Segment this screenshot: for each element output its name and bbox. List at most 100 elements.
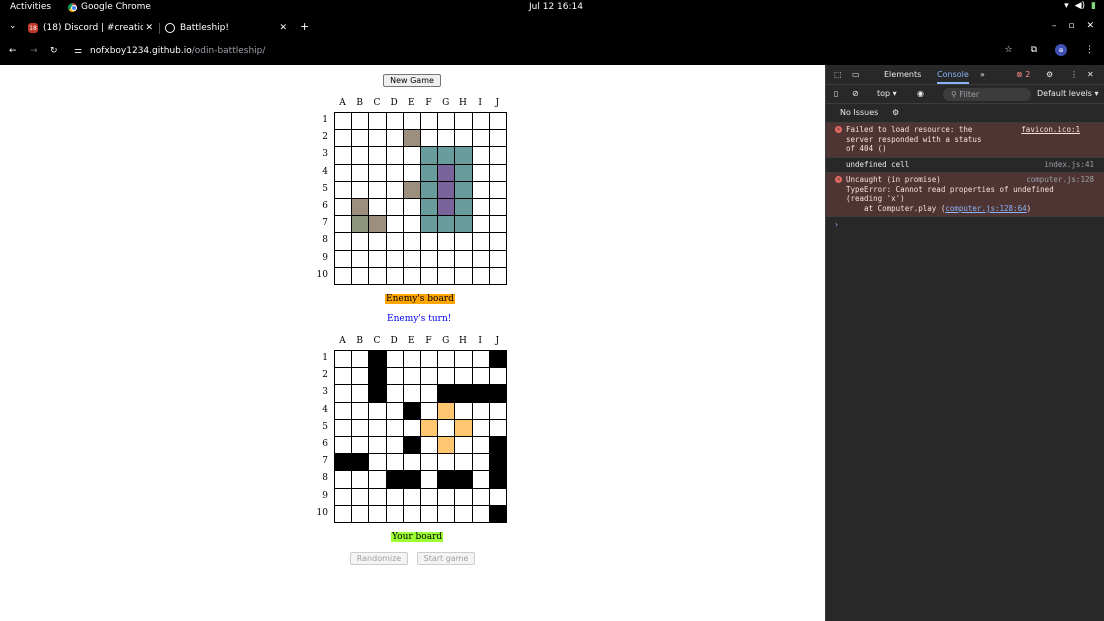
board-cell[interactable] [352,130,370,148]
board-cell[interactable] [386,250,404,268]
board-cell[interactable] [455,436,473,455]
board-cell[interactable] [369,198,387,217]
board-cell[interactable] [369,488,387,506]
board-cell[interactable] [472,471,490,489]
board-cell[interactable] [386,113,404,131]
board-cell[interactable] [335,471,353,489]
clear-console-icon[interactable]: ⊘ [852,89,859,98]
board-cell[interactable] [420,164,439,182]
tab-elements[interactable]: Elements [884,70,921,79]
board-cell[interactable] [489,130,507,148]
board-cell[interactable] [455,454,473,472]
board-cell[interactable] [335,181,353,199]
board-cell[interactable] [352,368,370,386]
board-cell[interactable] [489,419,507,437]
board-cell[interactable] [352,147,370,165]
board-cell[interactable] [489,385,507,403]
console-error-message[interactable]: × Uncaught (in promise) TypeError: Cannot… [826,173,1104,217]
board-cell[interactable] [335,164,353,182]
maximize-icon[interactable]: ▫ [1068,21,1074,31]
close-tab-icon[interactable]: ✕ [279,23,287,33]
board-cell[interactable] [369,454,387,472]
board-cell[interactable] [438,419,456,437]
board-cell[interactable] [403,402,421,420]
board-cell[interactable] [489,488,507,506]
board-cell[interactable] [489,164,507,182]
new-tab-button[interactable]: + [300,20,309,33]
system-tray[interactable]: ▾ ◀) ▮ [1064,1,1096,11]
console-error-message[interactable]: × Failed to load resource: the server res… [826,123,1104,158]
console-log-message[interactable]: undefined cell index.js:41 [826,158,1104,173]
board-cell[interactable] [369,216,387,234]
board-cell[interactable] [455,147,473,165]
board-cell[interactable] [472,419,490,437]
inspect-element-icon[interactable]: ⬚ [834,70,842,79]
live-expression-eye-icon[interactable]: ◉ [917,89,924,98]
board-cell[interactable] [489,505,507,523]
board-cell[interactable] [472,402,490,420]
board-cell[interactable] [472,454,490,472]
board-cell[interactable] [455,181,473,199]
board-cell[interactable] [352,385,370,403]
device-toolbar-icon[interactable]: ▭ [852,70,860,79]
board-cell[interactable] [386,471,404,489]
board-cell[interactable] [335,250,353,268]
board-cell[interactable] [472,505,490,523]
board-cell[interactable] [386,233,404,251]
board-cell[interactable] [386,267,404,285]
board-cell[interactable] [352,267,370,285]
board-cell[interactable] [489,113,507,131]
board-cell[interactable] [455,419,473,437]
board-cell[interactable] [420,267,439,285]
board-cell[interactable] [352,216,370,234]
board-cell[interactable] [438,164,456,182]
board-cell[interactable] [420,233,439,251]
board-cell[interactable] [369,181,387,199]
board-cell[interactable] [369,436,387,455]
board-cell[interactable] [369,471,387,489]
clock[interactable]: Jul 12 16:14 [529,2,583,12]
minimize-icon[interactable]: – [1052,21,1057,31]
board-cell[interactable] [352,233,370,251]
board-cell[interactable] [352,164,370,182]
board-cell[interactable] [369,419,387,437]
message-source-link[interactable]: computer.js:128 [1026,175,1094,185]
message-source-link[interactable]: index.js:41 [1044,160,1094,170]
board-cell[interactable] [420,454,439,472]
log-levels-dropdown[interactable]: Default levels ▾ [1037,89,1099,98]
board-cell[interactable] [472,198,490,217]
board-cell[interactable] [403,130,421,148]
board-cell[interactable] [489,233,507,251]
board-cell[interactable] [455,233,473,251]
board-cell[interactable] [472,351,490,369]
board-cell[interactable] [352,505,370,523]
board-cell[interactable] [455,250,473,268]
board-cell[interactable] [489,454,507,472]
board-cell[interactable] [455,351,473,369]
board-cell[interactable] [386,488,404,506]
board-cell[interactable] [455,198,473,217]
board-cell[interactable] [386,181,404,199]
board-cell[interactable] [420,436,439,455]
board-cell[interactable] [369,130,387,148]
board-cell[interactable] [489,181,507,199]
bookmark-star-icon[interactable]: ☆ [1004,45,1012,55]
board-cell[interactable] [438,198,456,217]
board-cell[interactable] [438,113,456,131]
board-cell[interactable] [472,130,490,148]
close-devtools-icon[interactable]: ✕ [1087,70,1094,79]
board-cell[interactable] [455,402,473,420]
board-cell[interactable] [352,488,370,506]
board-cell[interactable] [472,164,490,182]
board-cell[interactable] [438,454,456,472]
board-cell[interactable] [335,419,353,437]
board-cell[interactable] [403,181,421,199]
board-cell[interactable] [386,351,404,369]
board-cell[interactable] [352,113,370,131]
board-cell[interactable] [386,402,404,420]
board-cell[interactable] [335,454,353,472]
app-menu[interactable]: Google Chrome [68,2,151,12]
console-settings-icon[interactable]: ⚙ [892,108,899,117]
board-cell[interactable] [489,147,507,165]
board-cell[interactable] [386,164,404,182]
